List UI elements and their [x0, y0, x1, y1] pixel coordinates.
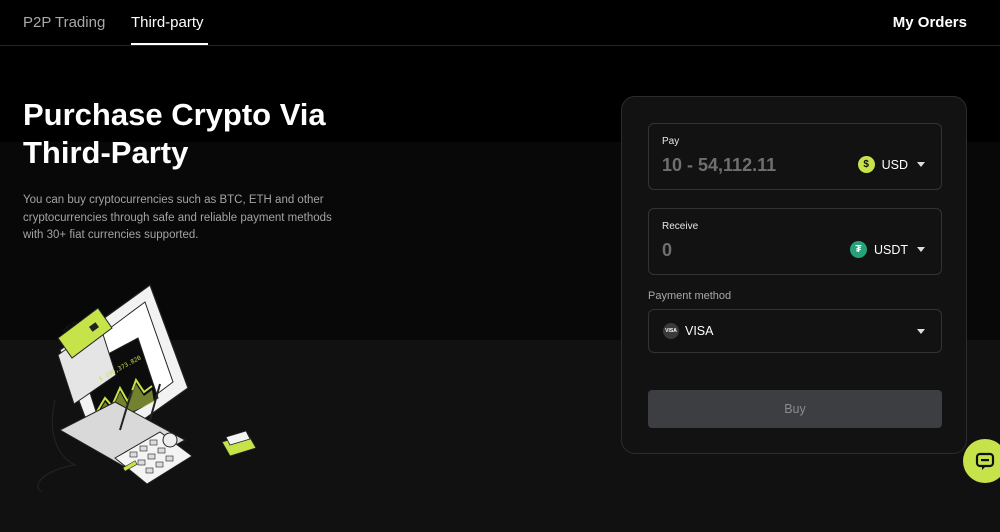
chat-bubble-icon	[975, 452, 995, 470]
small-card-graphic	[221, 430, 257, 457]
hero-description: You can buy cryptocurrencies such as BTC…	[23, 194, 332, 241]
payment-method-select[interactable]: VISA VISA	[648, 309, 942, 353]
receive-currency-label: USDT	[873, 242, 908, 257]
payment-method-label: Payment method	[648, 290, 732, 302]
tether-icon: ₮	[849, 241, 867, 258]
pay-currency-select[interactable]: $ USD	[857, 156, 925, 173]
payment-method-value: VISA	[685, 324, 714, 338]
top-nav: P2P Trading Third-party My Orders	[0, 0, 1000, 46]
dollar-coin-icon: $	[857, 156, 875, 173]
pay-label: Pay	[662, 136, 680, 147]
receive-field[interactable]: Receive 0 ₮ USDT	[648, 208, 942, 275]
page-title-line2: Third-Party	[23, 135, 189, 170]
page-title-line1: Purchase Crypto Via	[23, 97, 326, 132]
my-orders-link[interactable]: My Orders	[893, 14, 967, 31]
purchase-form-card: Pay 10 - 54,112.11 $ USD Receive 0 ₮ USD…	[621, 96, 967, 454]
pay-field[interactable]: Pay 10 - 54,112.11 $ USD	[648, 123, 942, 190]
pay-currency-label: USD	[881, 157, 908, 172]
chevron-down-icon	[917, 247, 925, 252]
chevron-down-icon	[917, 329, 925, 334]
receive-amount-input[interactable]: 0	[662, 240, 672, 261]
tab-third-party[interactable]: Third-party	[131, 14, 204, 31]
cable-graphic	[37, 399, 77, 493]
crypto-purchase-illustration: $ 100,373.820 VIRTUAL	[37, 284, 257, 493]
active-tab-indicator	[131, 43, 208, 45]
page-title: Purchase Crypto Via Third-Party	[23, 96, 383, 172]
receive-currency-select[interactable]: ₮ USDT	[849, 241, 925, 258]
buy-button[interactable]: Buy	[648, 390, 942, 428]
pay-amount-input[interactable]: 10 - 54,112.11	[662, 155, 776, 176]
visa-icon: VISA	[663, 323, 679, 339]
chevron-down-icon	[917, 162, 925, 167]
support-chat-button[interactable]	[963, 439, 1000, 483]
tab-p2p-trading[interactable]: P2P Trading	[23, 14, 105, 31]
receive-label: Receive	[662, 221, 699, 232]
